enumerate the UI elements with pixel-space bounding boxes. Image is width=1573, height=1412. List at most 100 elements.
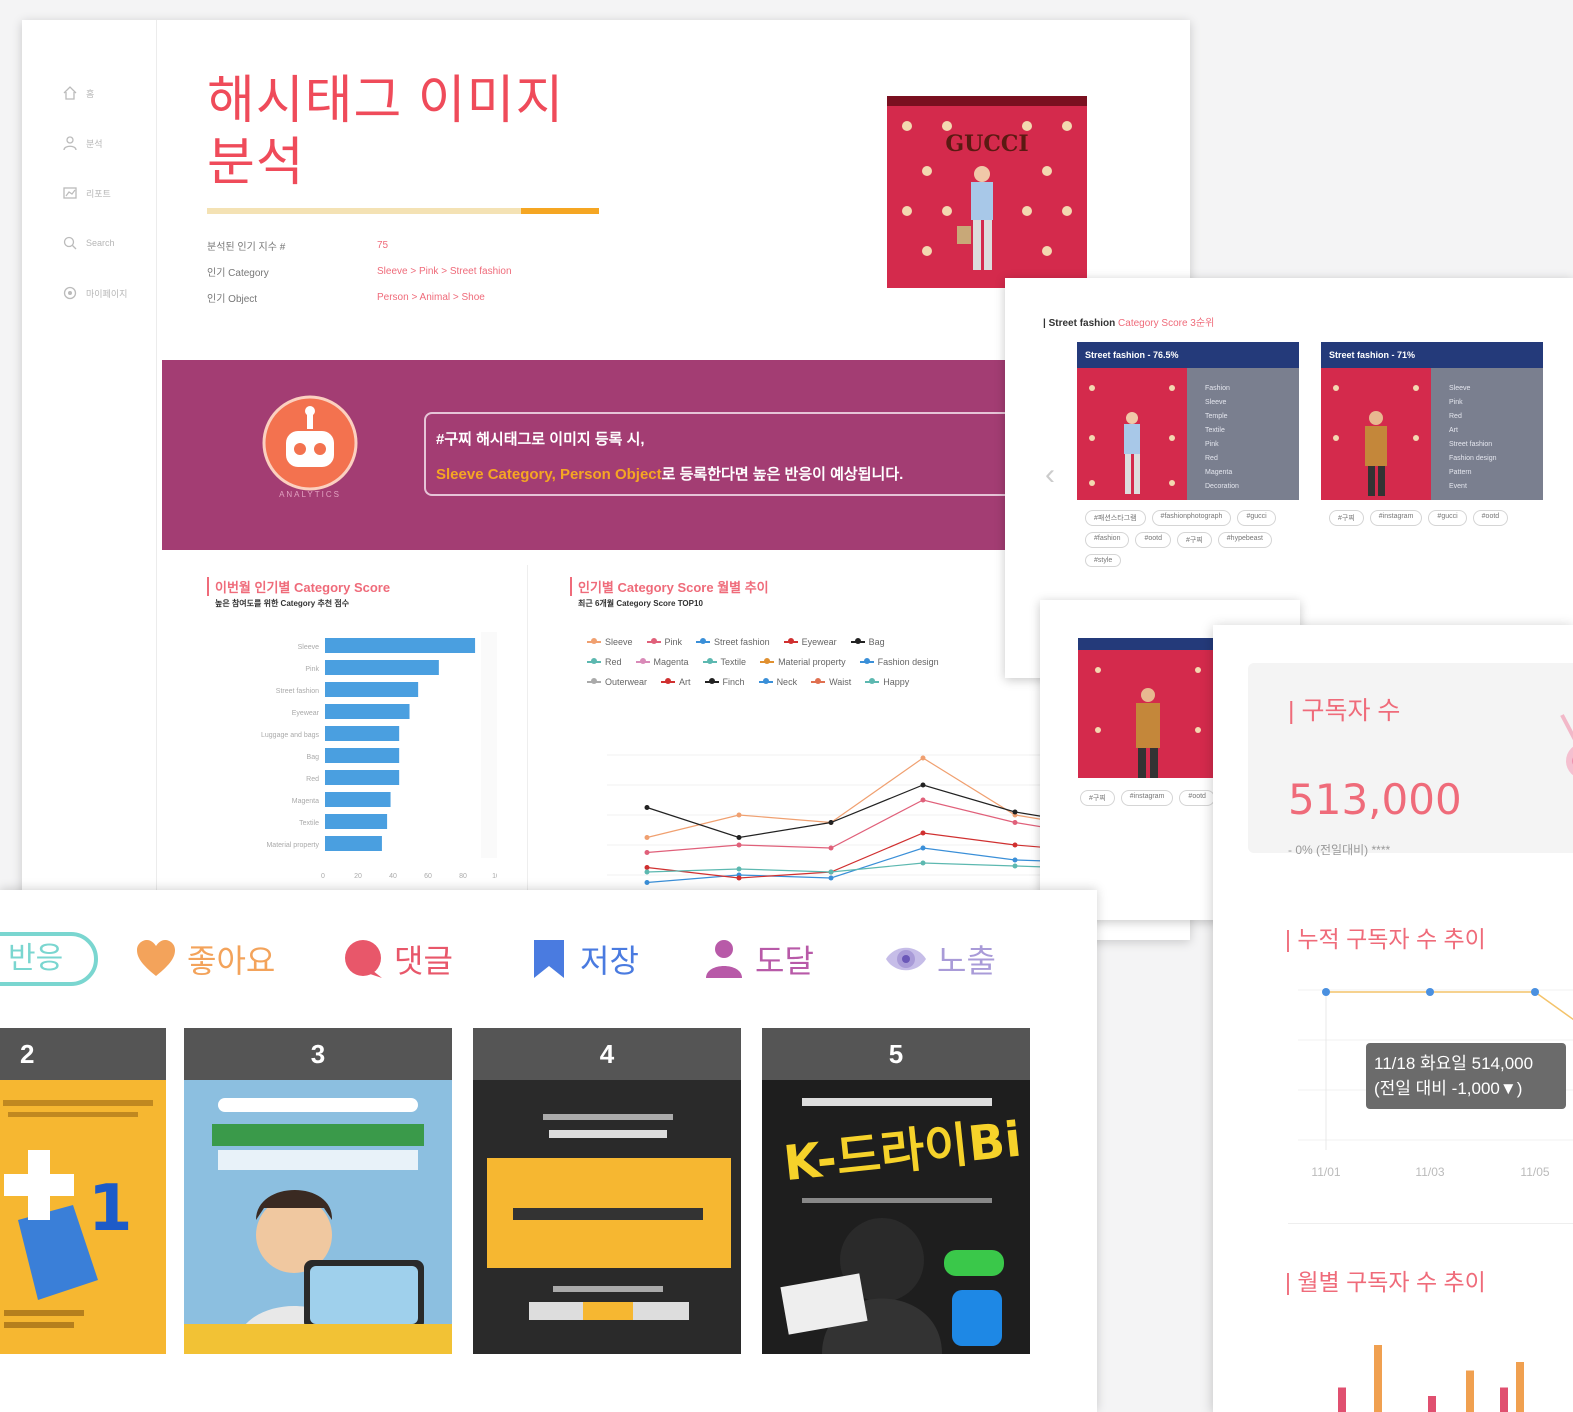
street-fashion-thumbnail[interactable] xyxy=(1078,638,1218,778)
rank-card[interactable]: 2 1 xyxy=(0,1028,166,1354)
bar xyxy=(1500,1387,1508,1412)
series-point xyxy=(1012,842,1018,848)
sidebar-item-mypage[interactable]: 마이페이지 xyxy=(22,268,156,318)
chart-tooltip: 11/18 화요일 514,000 (전일 대비 -1,000▼) xyxy=(1366,1043,1566,1109)
bar xyxy=(325,836,382,851)
legend-item[interactable]: Happy xyxy=(865,677,909,687)
rank-card[interactable]: 5 K-드라이Bi xyxy=(762,1028,1030,1354)
reaction-tab-comment[interactable]: 댓글 xyxy=(342,936,453,982)
legend-item[interactable]: Outerwear xyxy=(587,677,647,687)
hashtag-chip[interactable]: #구찌 xyxy=(1329,510,1364,526)
legend-item[interactable]: Magenta xyxy=(635,657,689,667)
legend-swatch xyxy=(811,678,826,684)
bar xyxy=(325,682,419,697)
sidebar-item-search[interactable]: Search xyxy=(22,218,156,268)
sidebar-item-home[interactable]: 홈 xyxy=(22,68,156,118)
legend-item[interactable]: Bag xyxy=(850,637,885,647)
series-line xyxy=(646,757,1057,839)
bar xyxy=(325,638,476,653)
legend-item[interactable]: Neck xyxy=(758,677,797,687)
x-tick-label: 60 xyxy=(424,873,432,880)
page-title-line2: 분석 xyxy=(207,134,305,192)
reaction-tab-like[interactable]: 좋아요 xyxy=(135,936,275,982)
series-point xyxy=(644,865,650,870)
reaction-tab-save[interactable]: 저장 xyxy=(528,936,639,982)
label-item: Pattern xyxy=(1449,469,1472,476)
street-fashion-item[interactable]: Street fashion - 76.5% Fashion Sleeve Te… xyxy=(1077,342,1299,500)
legend-row: Red Magenta Textile Material property Fashio… xyxy=(587,652,1047,672)
hashtag-chip[interactable]: #hypebeast xyxy=(1217,532,1272,548)
sidebar-item-label: 마이페이지 xyxy=(86,288,128,299)
reaction-label: 댓글 xyxy=(394,943,453,979)
legend-row: Outerwear Art Finch Neck Waist Happy xyxy=(587,672,1047,692)
legend-item[interactable]: Finch xyxy=(704,677,745,687)
sidebar-item-report[interactable]: 리포트 xyxy=(22,168,156,218)
x-tick-label: 100 xyxy=(492,873,497,880)
street-fashion-item[interactable]: Street fashion - 71% Sleeve Pink Red Art… xyxy=(1321,342,1543,500)
rank-card[interactable]: 3 xyxy=(184,1028,452,1354)
rank-card[interactable]: 4 xyxy=(473,1028,741,1354)
hashtag-chip[interactable]: #gucci xyxy=(1237,510,1276,526)
legend-item[interactable]: Material property xyxy=(760,657,846,667)
sidebar: 홈 분석 리포트 Search 마이페이지 xyxy=(22,20,157,940)
street-fashion-title-prefix: | Street fashion xyxy=(1043,318,1116,329)
sidebar-item-label: 분석 xyxy=(86,138,103,149)
hashtag-chip[interactable]: #gucci xyxy=(1428,510,1467,526)
hashtag-chip[interactable]: #패션스타그램 xyxy=(1085,510,1146,526)
legend-swatch xyxy=(758,678,773,684)
prev-arrow-icon[interactable]: ‹ xyxy=(1045,458,1055,492)
hashtag-chip[interactable]: #구찌 xyxy=(1177,532,1212,548)
bar-category-label: Pink xyxy=(305,666,319,673)
reaction-tab-reach[interactable]: 도달 xyxy=(703,936,814,982)
page-title: 해시태그 이미지 분석 xyxy=(207,70,564,194)
legend-item[interactable]: Waist xyxy=(811,677,851,687)
comment-icon xyxy=(345,940,382,978)
hashtag-chip[interactable]: #ootd xyxy=(1472,510,1509,526)
series-point xyxy=(1012,857,1018,863)
robot-caption: ANALYTICS xyxy=(279,490,341,499)
legend-item[interactable]: Street fashion xyxy=(696,637,770,647)
hashtag-chip[interactable]: #instagram xyxy=(1120,790,1174,806)
hashtag-chip[interactable]: #구찌 xyxy=(1080,790,1115,806)
legend-item[interactable]: Sleeve xyxy=(587,637,633,647)
meta-key: 분석된 인기 지수 # xyxy=(207,241,286,253)
legend-label: Street fashion xyxy=(714,637,770,647)
x-tick-label: 0 xyxy=(321,873,325,880)
label-item: Decoration xyxy=(1205,483,1239,490)
reaction-filter-pill[interactable]: 반응 xyxy=(0,932,98,986)
featured-photo[interactable]: GUCCI xyxy=(887,96,1087,288)
meta-row: 인기 Category Sleeve > Pink > Street fashi… xyxy=(207,258,512,284)
section-divider xyxy=(527,565,528,915)
hashtag-chip[interactable]: #fashion xyxy=(1085,532,1130,548)
legend-item[interactable]: Fashion design xyxy=(859,657,939,667)
series-point xyxy=(1012,863,1018,869)
subscriber-label: | 구독자 수 xyxy=(1288,697,1401,725)
sidebar-item-analysis[interactable]: 분석 xyxy=(22,118,156,168)
hashtag-chip[interactable]: #fashionphotograph xyxy=(1151,510,1232,526)
legend-swatch xyxy=(587,638,601,644)
meta-key: 인기 Object xyxy=(207,293,258,305)
legend-item[interactable]: Eyewear xyxy=(783,637,837,647)
hashtag-chip[interactable]: #instagram xyxy=(1369,510,1423,526)
rank-number: 4 xyxy=(473,1028,741,1080)
hashtag-chip[interactable]: #ootd xyxy=(1135,532,1171,548)
label-item: Sleeve xyxy=(1449,385,1471,392)
eye-icon xyxy=(886,947,926,971)
hashtag-chip[interactable]: #style xyxy=(1085,554,1122,567)
hashtag-chip[interactable]: #ootd xyxy=(1179,790,1215,806)
legend-item[interactable]: Red xyxy=(587,657,622,667)
legend-label: Outerwear xyxy=(605,677,648,687)
subscriber-card: | 구독자 수 513,000 - 0% (전일대비) **** | 누적 구독… xyxy=(1213,625,1573,1412)
street-fashion-title: | Street fashion Category Score 3순위 xyxy=(1043,314,1214,329)
legend-item[interactable]: Pink xyxy=(646,637,682,647)
reaction-tab-impression[interactable]: 노출 xyxy=(885,936,996,982)
legend-item[interactable]: Art xyxy=(661,677,691,687)
series-line xyxy=(1326,991,1573,1021)
street-fashion-thumbnail xyxy=(1321,368,1431,500)
line-section-subtitle: 최근 6개월 Category Score TOP10 xyxy=(578,599,703,608)
tooltip-line1: 11/18 화요일 514,000 xyxy=(1374,1054,1534,1073)
label-item: Art xyxy=(1449,427,1458,434)
legend-item[interactable]: Textile xyxy=(702,657,746,667)
sidebar-item-label: Search xyxy=(86,238,115,248)
home-icon xyxy=(63,86,77,100)
